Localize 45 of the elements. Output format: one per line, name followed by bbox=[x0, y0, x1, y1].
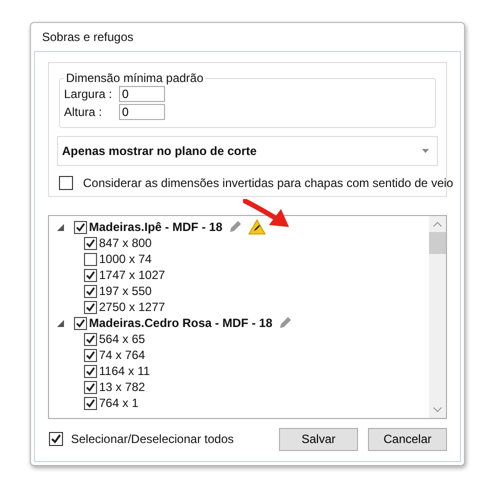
caret-icon bbox=[422, 149, 429, 153]
checkbox[interactable] bbox=[49, 432, 63, 446]
expander-icon[interactable] bbox=[57, 224, 64, 230]
offcut-label: 74 x 764 bbox=[99, 348, 146, 362]
checkbox-label: Considerar as dimensões invertidas para chapas com sentido de veio bbox=[83, 176, 454, 190]
material-label: Madeiras.Cedro Rosa - MDF - 18 bbox=[89, 316, 272, 330]
offcut-label: 2750 x 1277 bbox=[99, 300, 166, 314]
material-label: Madeiras.Ipê - MDF - 18 bbox=[89, 220, 222, 234]
field-label: Largura : bbox=[64, 87, 114, 101]
dialog-button[interactable]: Cancelar bbox=[368, 428, 447, 450]
checkbox-label: Selecionar/Deselecionar todos bbox=[71, 432, 234, 446]
offcut-label: 564 x 65 bbox=[99, 332, 146, 346]
dialog-button[interactable]: Salvar bbox=[279, 428, 358, 450]
offcut-label: 1747 x 1027 bbox=[99, 268, 166, 282]
group-title: Dimensão mínima padrão bbox=[65, 71, 204, 85]
input-field[interactable]: 0 bbox=[119, 86, 165, 102]
checkbox[interactable] bbox=[84, 332, 97, 346]
pencil-icon[interactable] bbox=[278, 316, 292, 330]
checkbox[interactable] bbox=[84, 380, 97, 394]
checkbox[interactable] bbox=[84, 348, 97, 362]
expander-icon[interactable] bbox=[57, 320, 64, 326]
annotation-arrow bbox=[243, 199, 291, 229]
checkbox[interactable] bbox=[84, 364, 97, 378]
checkbox[interactable] bbox=[59, 176, 73, 190]
offcut-label: 197 x 550 bbox=[99, 284, 152, 298]
window-title: Sobras e refugos bbox=[41, 29, 134, 46]
checkbox[interactable] bbox=[74, 316, 87, 330]
offcut-label: 13 x 782 bbox=[99, 380, 146, 394]
checkbox[interactable] bbox=[84, 268, 97, 282]
checkbox[interactable] bbox=[84, 252, 97, 266]
scrollbar[interactable] bbox=[429, 216, 446, 418]
offcut-label: 1000 x 74 bbox=[99, 252, 152, 266]
offcut-label: 1164 x 11 bbox=[99, 364, 150, 378]
input-field[interactable]: 0 bbox=[119, 104, 165, 120]
offcut-label: 847 x 800 bbox=[99, 236, 152, 250]
scrollbar-thumb[interactable] bbox=[429, 232, 446, 254]
display-mode-dropdown[interactable]: Apenas mostrar no plano de corte bbox=[57, 136, 438, 166]
checkbox[interactable] bbox=[84, 300, 97, 314]
field-label: Altura : bbox=[64, 105, 104, 119]
checkbox[interactable] bbox=[84, 284, 97, 298]
offcut-label: 764 x 1 bbox=[99, 396, 138, 410]
checkbox[interactable] bbox=[74, 220, 87, 234]
pencil-icon[interactable] bbox=[228, 220, 242, 234]
checkbox[interactable] bbox=[84, 236, 97, 250]
checkbox[interactable] bbox=[84, 396, 97, 410]
